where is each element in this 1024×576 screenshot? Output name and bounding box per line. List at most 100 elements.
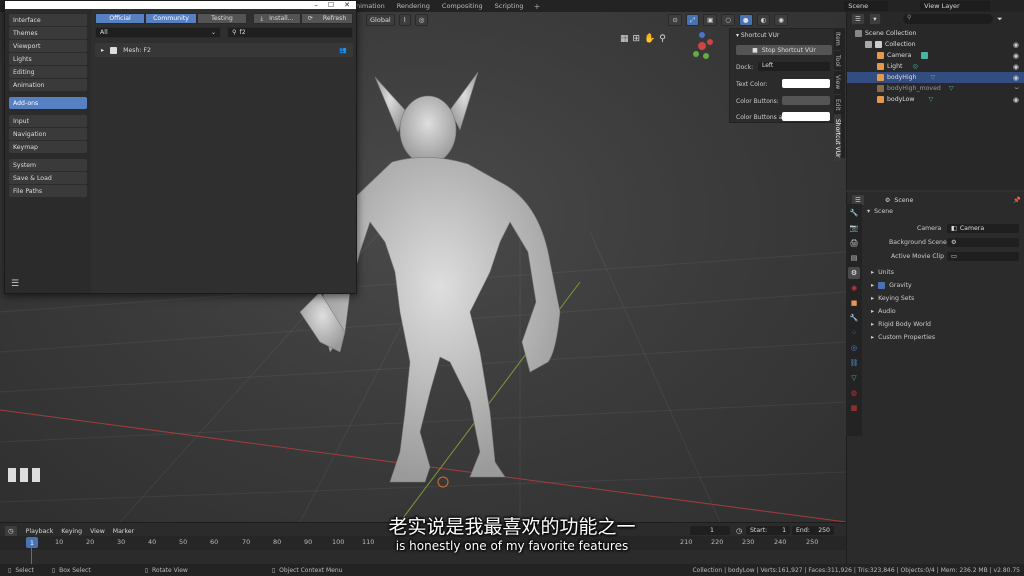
keying-sets-panel[interactable]: ▸ Keying Sets	[871, 295, 914, 302]
material-shading-icon[interactable]: ◐	[756, 14, 771, 26]
tab-testing[interactable]: Testing	[197, 13, 247, 24]
active-movie-clip-field[interactable]: ▭	[947, 252, 1019, 261]
audio-panel[interactable]: ▸ Audio	[871, 308, 896, 315]
eye-icon[interactable]: ◉	[1013, 74, 1019, 82]
zoom-icon[interactable]: ⚲	[659, 34, 666, 44]
view-layer-selector[interactable]: View Layer	[920, 1, 990, 11]
pref-category-navigation[interactable]: Navigation	[9, 128, 87, 140]
pref-category-interface[interactable]: Interface	[9, 14, 87, 26]
color-buttons-swatch[interactable]	[782, 96, 830, 105]
gizmo-toggle-icon[interactable]: ⤢	[685, 14, 700, 26]
particles-tab-icon[interactable]: ⁘	[848, 327, 860, 339]
tab-shortcut-vur[interactable]: Shortcut VUr	[834, 115, 841, 163]
refresh-button[interactable]: ⟳ Refresh	[301, 13, 353, 24]
editor-type-icon[interactable]: ☰	[851, 13, 865, 25]
tab-view[interactable]: View	[834, 71, 841, 95]
world-tab-icon[interactable]: ◉	[848, 282, 860, 294]
output-tab-icon[interactable]: 🖨	[848, 237, 860, 249]
minimize-icon[interactable]: –	[314, 1, 318, 9]
tab-tool[interactable]: Tool	[834, 51, 841, 72]
pref-category-editing[interactable]: Editing	[9, 66, 87, 78]
rigid-body-world-panel[interactable]: ▸ Rigid Body World	[871, 321, 931, 328]
eye-hidden-icon[interactable]: ⌣	[1014, 84, 1019, 93]
maximize-icon[interactable]: ☐	[328, 1, 334, 9]
pref-category-file-paths[interactable]: File Paths	[9, 185, 87, 197]
xray-icon[interactable]: ▣	[703, 14, 718, 26]
outliner-row-bodyhigh[interactable]: bodyHigh ▽ ◉	[847, 72, 1024, 83]
workspace-tab-rendering[interactable]: Rendering	[391, 2, 436, 10]
camera-field[interactable]: ◧ Camera	[947, 224, 1019, 233]
texture-tab-icon[interactable]: ▩	[848, 402, 860, 414]
pref-category-keymap[interactable]: Keymap	[9, 141, 87, 153]
scene-selector[interactable]: Scene	[844, 1, 889, 11]
pref-category-lights[interactable]: Lights	[9, 53, 87, 65]
dock-dropdown[interactable]: Left	[758, 62, 830, 71]
wireframe-shading-icon[interactable]: ○	[721, 14, 735, 26]
filter-icon[interactable]: ⏷	[997, 15, 1003, 24]
pref-category-themes[interactable]: Themes	[9, 27, 87, 39]
tab-edit[interactable]: Edit	[834, 95, 841, 116]
camera-view-icon[interactable]: ▦	[620, 34, 629, 44]
pref-category-input[interactable]: Input	[9, 115, 87, 127]
material-tab-icon[interactable]: ◍	[848, 387, 860, 399]
axis-gizmo[interactable]	[686, 30, 718, 62]
solid-shading-icon[interactable]: ●	[738, 14, 753, 26]
proportional-edit-icon[interactable]: ◎	[414, 14, 429, 26]
custom-properties-panel[interactable]: ▸ Custom Properties	[871, 334, 935, 341]
units-panel[interactable]: ▸ Units	[871, 269, 894, 276]
hamburger-menu-icon[interactable]: ☰	[11, 279, 19, 289]
outliner-row-collection[interactable]: Collection ◉	[847, 39, 1024, 50]
overlay-icon[interactable]: ⊙	[668, 14, 682, 26]
rendered-shading-icon[interactable]: ◉	[774, 14, 788, 26]
text-color-swatch[interactable]	[782, 79, 830, 88]
pref-category-system[interactable]: System	[9, 159, 87, 171]
scene-section-header[interactable]: ▾ Scene	[867, 208, 893, 215]
eye-icon[interactable]: ◉	[1013, 52, 1019, 60]
view-layer-tab-icon[interactable]: ▤	[848, 252, 860, 264]
workspace-tab-scripting[interactable]: Scripting	[489, 2, 530, 10]
outliner-search-input[interactable]: ⚲	[903, 14, 993, 24]
physics-tab-icon[interactable]: ◎	[848, 342, 860, 354]
addon-enable-checkbox[interactable]	[110, 46, 118, 54]
gravity-checkbox[interactable]	[878, 282, 886, 289]
data-tab-icon[interactable]: ▽	[848, 372, 860, 384]
pref-category-viewport[interactable]: Viewport	[9, 40, 87, 52]
tool-tab-icon[interactable]: 🔧	[848, 207, 860, 219]
pref-category-addons[interactable]: Add-ons	[9, 97, 87, 109]
eye-icon[interactable]: ◉	[1013, 41, 1019, 49]
panel-title[interactable]: ▾ Shortcut VUr	[736, 32, 779, 39]
addon-row-mesh-f2[interactable]: ▸ Mesh: F2 👥	[95, 43, 353, 57]
pan-hand-icon[interactable]: ✋	[644, 34, 655, 44]
add-workspace-button[interactable]: +	[530, 2, 545, 11]
tab-official[interactable]: Official	[95, 13, 145, 24]
pin-icon[interactable]: 📌	[1013, 196, 1021, 204]
tab-item[interactable]: Item	[834, 28, 841, 51]
orientation-dropdown[interactable]: Global	[366, 14, 395, 26]
pref-category-save-load[interactable]: Save & Load	[9, 172, 87, 184]
outliner-row-bodyhigh-moved[interactable]: bodyHigh_moved ▽ ⌣	[847, 83, 1024, 94]
category-filter-dropdown[interactable]: All ⌄	[95, 27, 221, 38]
tab-community[interactable]: Community	[145, 13, 197, 24]
expand-triangle-icon[interactable]: ▸	[101, 47, 104, 54]
outliner-row-light[interactable]: Light ◎ ◉	[847, 61, 1024, 72]
constraints-tab-icon[interactable]: ⛓	[848, 357, 860, 369]
outliner-row-scene-collection[interactable]: Scene Collection	[847, 28, 1024, 39]
scene-tab-icon[interactable]: ⚙	[848, 267, 860, 279]
gravity-panel[interactable]: ▸ Gravity	[871, 282, 912, 289]
workspace-tab-compositing[interactable]: Compositing	[436, 2, 489, 10]
background-scene-field[interactable]: ⚙	[947, 238, 1019, 247]
modifier-tab-icon[interactable]: 🔧	[848, 312, 860, 324]
perspective-toggle-icon[interactable]: ⊞	[633, 34, 641, 44]
close-icon[interactable]: ✕	[344, 1, 350, 9]
outliner-row-bodylow[interactable]: bodyLow ▽ ◉	[847, 94, 1024, 105]
checkbox-icon[interactable]	[865, 41, 872, 48]
stop-shortcut-vur-button[interactable]: ■ Stop Shortcut VUr	[736, 45, 832, 55]
color-buttons-a-swatch[interactable]	[782, 112, 830, 121]
render-tab-icon[interactable]: 📷	[848, 222, 860, 234]
outliner-row-camera[interactable]: Camera ◉	[847, 50, 1024, 61]
pref-category-animation[interactable]: Animation	[9, 79, 87, 91]
display-mode-icon[interactable]: ▾	[868, 13, 881, 25]
snap-icon[interactable]: ⌇	[398, 14, 411, 26]
object-tab-icon[interactable]: ■	[848, 297, 860, 309]
eye-icon[interactable]: ◉	[1013, 63, 1019, 71]
